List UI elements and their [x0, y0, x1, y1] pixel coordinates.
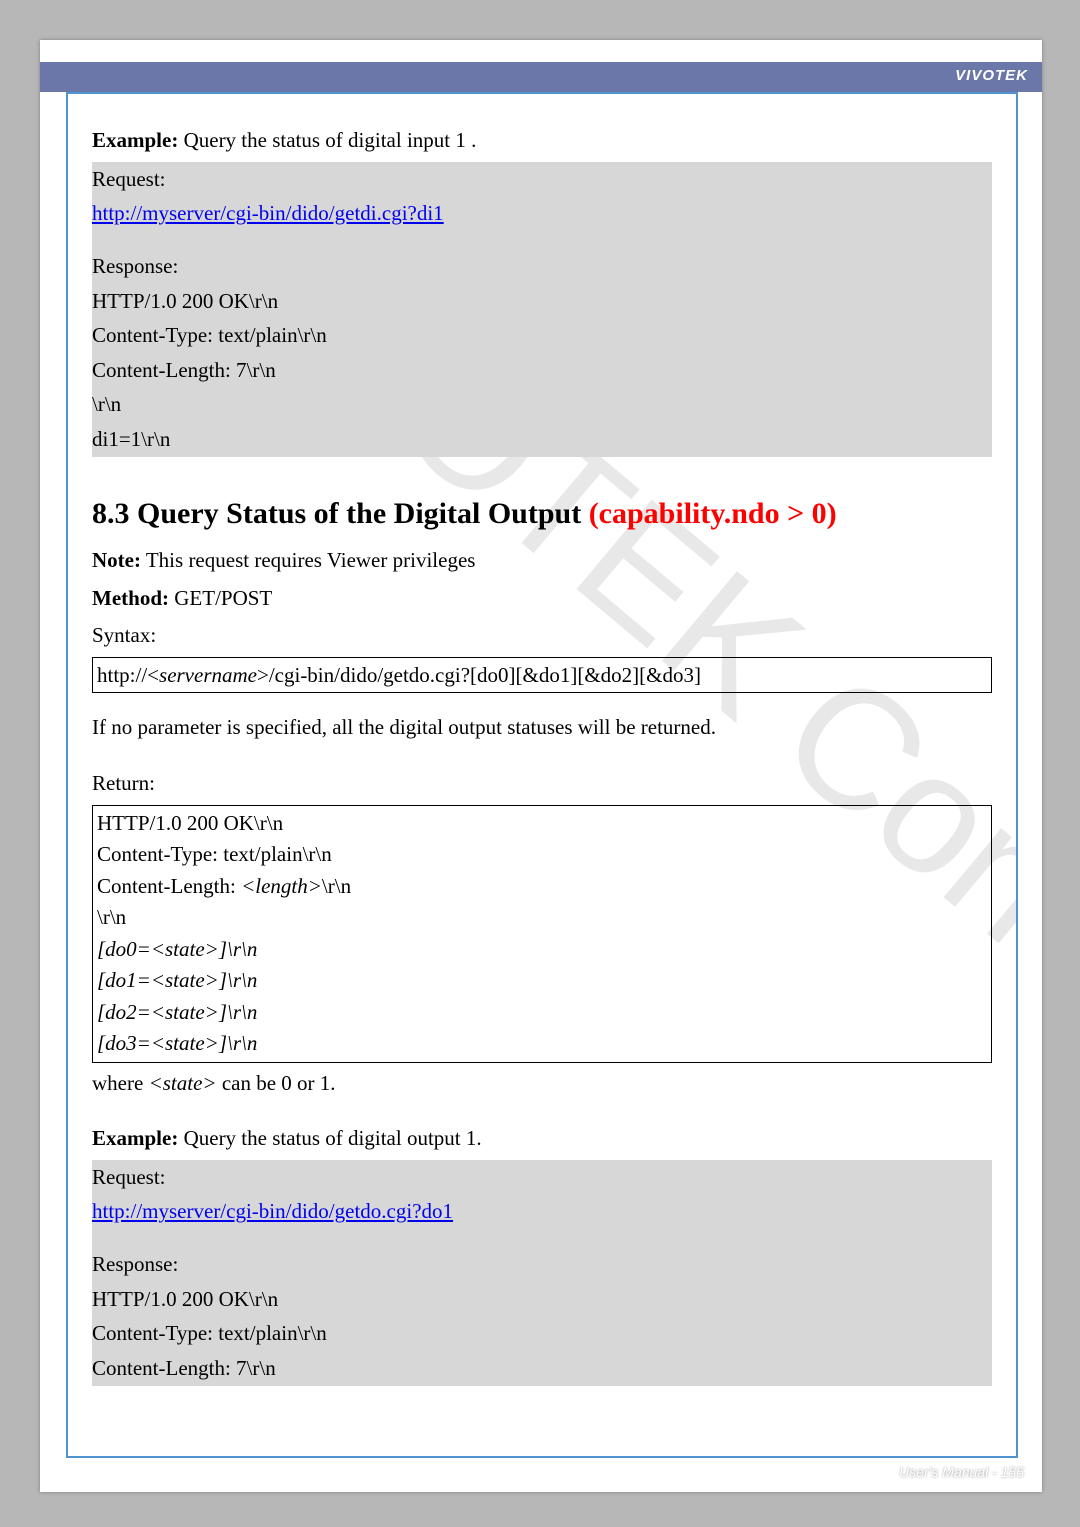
method-line: Method: GET/POST — [92, 582, 992, 616]
request-url-link[interactable]: http://myserver/cgi-bin/dido/getdo.cgi?d… — [92, 1199, 453, 1223]
request-label: Request: — [92, 162, 992, 197]
request-label: Request: — [92, 1160, 992, 1195]
syntax-box: http://<servername>/cgi-bin/dido/getdo.c… — [92, 657, 992, 693]
section-capability: (capability.ndo > 0) — [589, 497, 837, 530]
resp-line: Content-Type: text/plain\r\n — [92, 318, 992, 353]
brand-label: VIVOTEK — [955, 67, 1028, 84]
response-label: Response: — [92, 249, 992, 284]
return-label: Return: — [92, 767, 992, 801]
section-heading: 8.3 Query Status of the Digital Output (… — [92, 495, 992, 533]
ret-line: [do0=<state>]\r\n — [97, 934, 987, 966]
example1-block: Request: http://myserver/cgi-bin/dido/ge… — [92, 162, 992, 457]
example2-text: Query the status of digital output 1. — [178, 1126, 481, 1150]
resp-line: di1=1\r\n — [92, 422, 992, 457]
syntax-label: Syntax: — [92, 619, 992, 653]
example2-block: Request: http://myserver/cgi-bin/dido/ge… — [92, 1160, 992, 1386]
syntax-servername: servername — [159, 663, 257, 687]
footer-page-label: User's Manual - 155 — [899, 1464, 1024, 1480]
resp-line: \r\n — [92, 387, 992, 422]
document-content: Example: Query the status of digital inp… — [92, 124, 992, 1386]
where-line: where <state> can be 0 or 1. — [92, 1067, 992, 1101]
syntax-prefix: http://< — [97, 663, 159, 687]
resp-line: HTTP/1.0 200 OK\r\n — [92, 1282, 992, 1317]
content-panel: VIVOTEK Confidential Example: Query the … — [66, 92, 1018, 1458]
ret-line: [do3=<state>]\r\n — [97, 1028, 987, 1060]
ret-line: Content-Type: text/plain\r\n — [97, 839, 987, 871]
method-label: Method: — [92, 586, 169, 610]
example2-title: Example: Query the status of digital out… — [92, 1122, 992, 1156]
ret-line: \r\n — [97, 902, 987, 934]
resp-line: Content-Length: 7\r\n — [92, 1351, 992, 1386]
resp-line: Content-Type: text/plain\r\n — [92, 1316, 992, 1351]
ret-line: Content-Length: <length>\r\n — [97, 871, 987, 903]
ret-line: [do2=<state>]\r\n — [97, 997, 987, 1029]
note-text: This request requires Viewer privileges — [141, 548, 475, 572]
note-label: Note: — [92, 548, 141, 572]
resp-line: Content-Length: 7\r\n — [92, 353, 992, 388]
header-bar: VIVOTEK — [40, 62, 1042, 92]
response-label: Response: — [92, 1247, 992, 1282]
example1-title: Example: Query the status of digital inp… — [92, 124, 992, 158]
no-param-text: If no parameter is specified, all the di… — [92, 711, 992, 745]
syntax-suffix: >/cgi-bin/dido/getdo.cgi?[do0][&do1][&do… — [257, 663, 701, 687]
note-line: Note: This request requires Viewer privi… — [92, 544, 992, 578]
request-url-link[interactable]: http://myserver/cgi-bin/dido/getdi.cgi?d… — [92, 201, 444, 225]
example-label: Example: — [92, 1126, 178, 1150]
section-number-title: 8.3 Query Status of the Digital Output — [92, 497, 589, 530]
method-text: GET/POST — [169, 586, 272, 610]
ret-line: [do1=<state>]\r\n — [97, 965, 987, 997]
return-box: HTTP/1.0 200 OK\r\n Content-Type: text/p… — [92, 805, 992, 1063]
example1-text: Query the status of digital input 1 . — [178, 128, 476, 152]
ret-line: HTTP/1.0 200 OK\r\n — [97, 808, 987, 840]
page: VIVOTEK VIVOTEK Confidential Example: Qu… — [40, 40, 1042, 1492]
example-label: Example: — [92, 128, 178, 152]
resp-line: HTTP/1.0 200 OK\r\n — [92, 284, 992, 319]
